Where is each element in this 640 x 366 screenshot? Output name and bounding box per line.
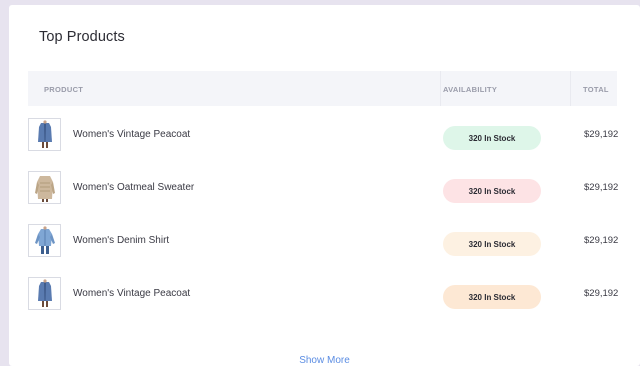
table-row[interactable]: Women's Vintage Peacoat 320 In Stock $29… [28, 274, 619, 314]
table-row[interactable]: Women's Vintage Peacoat 320 In Stock $29… [28, 115, 619, 155]
product-total: $29,192 [584, 288, 619, 299]
denim-shirt-photo-icon [34, 225, 55, 254]
table-row[interactable]: Women's Denim Shirt 320 In Stock $29,192 [28, 221, 619, 261]
product-thumbnail[interactable] [28, 224, 61, 257]
availability-badge: 320 In Stock [443, 232, 541, 256]
table-row[interactable]: Women's Oatmeal Sweater 320 In Stock $29… [28, 168, 619, 208]
product-total: $29,192 [584, 182, 619, 193]
column-header-availability: AVAILABILITY [443, 85, 498, 94]
product-thumbnail[interactable] [28, 118, 61, 151]
column-divider [570, 71, 571, 106]
show-more-link[interactable]: Show More [9, 355, 640, 366]
availability-badge: 320 In Stock [443, 179, 541, 203]
product-name[interactable]: Women's Oatmeal Sweater [73, 182, 194, 193]
card-title: Top Products [39, 29, 125, 45]
jacket-photo-icon [37, 119, 52, 148]
column-header-product: PRODUCT [44, 85, 84, 94]
column-header-total: TOTAL [583, 85, 609, 94]
column-divider [440, 71, 441, 106]
product-thumbnail[interactable] [28, 277, 61, 310]
product-total: $29,192 [584, 129, 619, 140]
jacket-photo-icon [37, 278, 52, 307]
product-total: $29,192 [584, 235, 619, 246]
sweater-photo-icon [34, 175, 55, 202]
top-products-card: Top Products PRODUCT AVAILABILITY TOTAL … [9, 5, 640, 366]
product-name[interactable]: Women's Vintage Peacoat [73, 288, 190, 299]
table-header: PRODUCT AVAILABILITY TOTAL [28, 71, 617, 106]
product-name[interactable]: Women's Vintage Peacoat [73, 129, 190, 140]
availability-badge: 320 In Stock [443, 126, 541, 150]
product-thumbnail[interactable] [28, 171, 61, 204]
availability-badge: 320 In Stock [443, 285, 541, 309]
product-name[interactable]: Women's Denim Shirt [73, 235, 169, 246]
